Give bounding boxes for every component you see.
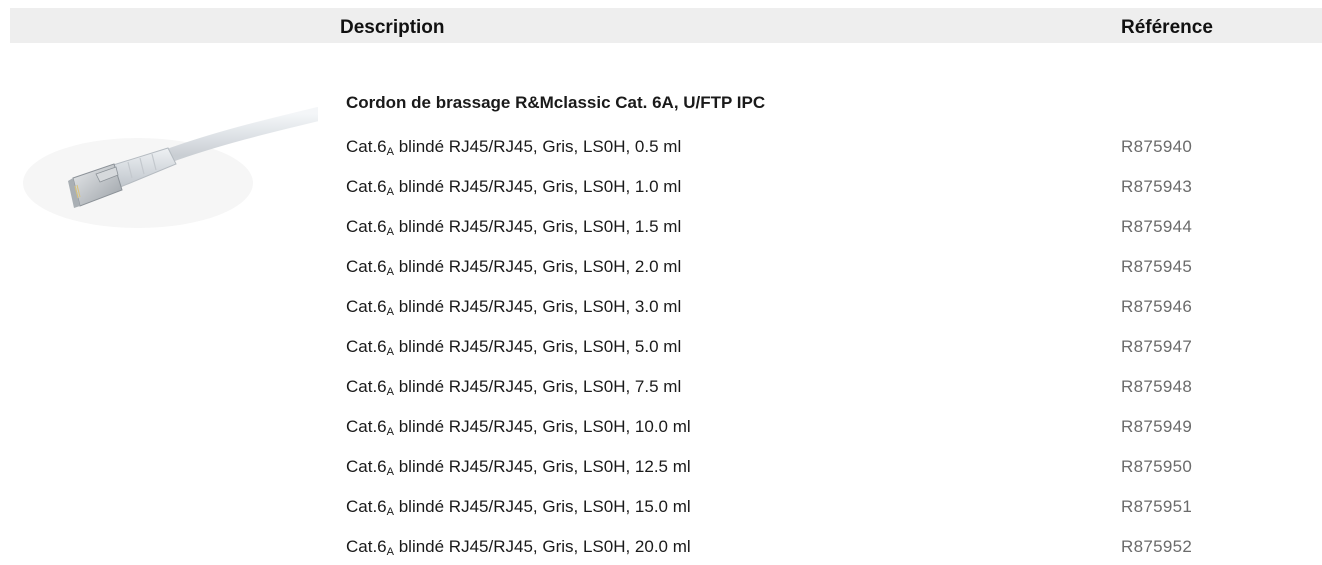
row-description: Cat.6A blindé RJ45/RJ45, Gris, LS0H, 1.5… <box>346 217 682 238</box>
row-reference: R875944 <box>1121 217 1193 236</box>
row-description: Cat.6A blindé RJ45/RJ45, Gris, LS0H, 0.5… <box>346 137 682 158</box>
row-description: Cat.6A blindé RJ45/RJ45, Gris, LS0H, 12.… <box>346 457 691 478</box>
row-reference: R875945 <box>1121 257 1193 276</box>
table-row: Cat.6A blindé RJ45/RJ45, Gris, LS0H, 12.… <box>0 445 1322 485</box>
row-reference: R875950 <box>1121 457 1193 476</box>
description-column-header: Description <box>340 17 445 38</box>
row-description: Cat.6A blindé RJ45/RJ45, Gris, LS0H, 10.… <box>346 417 691 438</box>
row-description: Cat.6A blindé RJ45/RJ45, Gris, LS0H, 15.… <box>346 497 691 518</box>
table-row: Cat.6A blindé RJ45/RJ45, Gris, LS0H, 20.… <box>0 525 1322 565</box>
row-reference: R875946 <box>1121 297 1193 316</box>
reference-column-header: Référence <box>1121 17 1213 38</box>
row-reference: R875952 <box>1121 537 1193 556</box>
row-description: Cat.6A blindé RJ45/RJ45, Gris, LS0H, 3.0… <box>346 297 682 318</box>
product-list: Cat.6A blindé RJ45/RJ45, Gris, LS0H, 0.5… <box>0 125 1322 565</box>
table-row: Cat.6A blindé RJ45/RJ45, Gris, LS0H, 15.… <box>0 485 1322 525</box>
row-reference: R875943 <box>1121 177 1193 196</box>
product-group-title: Cordon de brassage R&Mclassic Cat. 6A, U… <box>346 93 766 112</box>
table-row: Cat.6A blindé RJ45/RJ45, Gris, LS0H, 5.0… <box>0 325 1322 365</box>
row-description: Cat.6A blindé RJ45/RJ45, Gris, LS0H, 1.0… <box>346 177 682 198</box>
table-row: Cat.6A blindé RJ45/RJ45, Gris, LS0H, 1.5… <box>0 205 1322 245</box>
row-reference: R875948 <box>1121 377 1193 396</box>
row-reference: R875940 <box>1121 137 1193 156</box>
row-description: Cat.6A blindé RJ45/RJ45, Gris, LS0H, 2.0… <box>346 257 682 278</box>
table-row: Cat.6A blindé RJ45/RJ45, Gris, LS0H, 7.5… <box>0 365 1322 405</box>
row-description: Cat.6A blindé RJ45/RJ45, Gris, LS0H, 7.5… <box>346 377 682 398</box>
table-row: Cat.6A blindé RJ45/RJ45, Gris, LS0H, 3.0… <box>0 285 1322 325</box>
row-reference: R875949 <box>1121 417 1193 436</box>
table-row: Cat.6A blindé RJ45/RJ45, Gris, LS0H, 0.5… <box>0 125 1322 165</box>
row-reference: R875951 <box>1121 497 1193 516</box>
table-row: Cat.6A blindé RJ45/RJ45, Gris, LS0H, 1.0… <box>0 165 1322 205</box>
row-reference: R875947 <box>1121 337 1193 356</box>
row-description: Cat.6A blindé RJ45/RJ45, Gris, LS0H, 20.… <box>346 537 691 558</box>
table-row: Cat.6A blindé RJ45/RJ45, Gris, LS0H, 2.0… <box>0 245 1322 285</box>
table-row: Cat.6A blindé RJ45/RJ45, Gris, LS0H, 10.… <box>0 405 1322 445</box>
row-description: Cat.6A blindé RJ45/RJ45, Gris, LS0H, 5.0… <box>346 337 682 358</box>
